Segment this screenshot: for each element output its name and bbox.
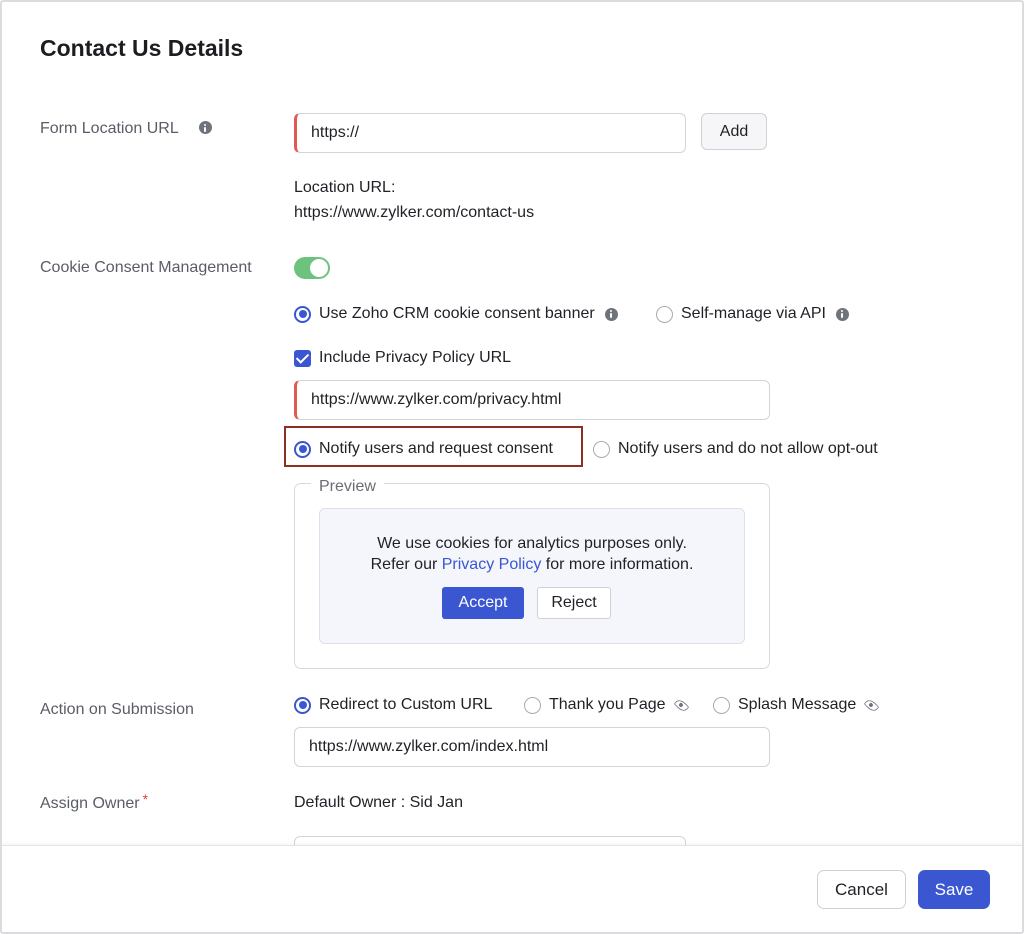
include-privacy-label: Include Privacy Policy URL — [319, 349, 512, 366]
info-icon[interactable] — [604, 307, 618, 321]
include-privacy-checkbox[interactable]: Include Privacy Policy URL — [294, 349, 511, 367]
form-location-label-text: Form Location URL — [40, 120, 179, 137]
banner-line-1: We use cookies for analytics purposes on… — [377, 535, 687, 552]
accept-button[interactable]: Accept — [442, 587, 524, 619]
cookie-consent-toggle[interactable] — [294, 257, 330, 279]
radio-redirect-custom-url[interactable]: Redirect to Custom URL — [294, 696, 492, 714]
checkbox-checked-icon — [294, 349, 311, 367]
preview-legend: Preview — [311, 478, 384, 496]
eye-icon[interactable] — [673, 697, 689, 713]
required-mark: * — [142, 791, 149, 807]
save-button[interactable]: Save — [918, 870, 990, 909]
radio-self-manage-api-label: Self-manage via API — [681, 305, 826, 322]
info-icon[interactable] — [198, 121, 212, 135]
cancel-button[interactable]: Cancel — [817, 870, 906, 909]
redirect-url-input[interactable] — [294, 727, 770, 767]
form-location-input[interactable] — [294, 113, 686, 153]
location-url-label: Location URL: — [294, 179, 396, 196]
form-location-label: Form Location URL — [40, 120, 212, 138]
radio-no-opt-out[interactable]: Notify users and do not allow opt-out — [593, 440, 878, 458]
privacy-policy-link[interactable]: Privacy Policy — [442, 556, 542, 573]
radio-selected-icon — [294, 696, 311, 714]
radio-selected-icon — [294, 440, 311, 458]
radio-request-consent[interactable]: Notify users and request consent — [294, 440, 553, 458]
location-url-value: https://www.zylker.com/contact-us — [294, 204, 535, 221]
radio-unselected-icon — [713, 696, 730, 714]
add-button[interactable]: Add — [701, 113, 767, 150]
radio-selected-icon — [294, 305, 311, 323]
radio-unselected-icon — [593, 440, 610, 458]
radio-use-zoho-banner-label: Use Zoho CRM cookie consent banner — [319, 305, 595, 322]
eye-icon[interactable] — [864, 697, 880, 713]
banner-line-2-after: for more information. — [541, 556, 694, 573]
reject-button[interactable]: Reject — [537, 587, 611, 619]
action-on-submission-label: Action on Submission — [40, 701, 194, 718]
dialog: Contact Us Details Form Location URL Add… — [0, 0, 1024, 934]
radio-splash-label: Splash Message — [738, 696, 857, 713]
info-icon[interactable] — [835, 307, 849, 321]
cookie-banner-preview: We use cookies for analytics purposes on… — [319, 508, 745, 644]
radio-use-zoho-banner[interactable]: Use Zoho CRM cookie consent banner — [294, 305, 618, 323]
toggle-knob — [310, 259, 328, 277]
assign-owner-label-text: Assign Owner — [40, 795, 140, 812]
default-owner-text: Default Owner : Sid Jan — [294, 794, 463, 811]
page-title: Contact Us Details — [40, 35, 244, 61]
radio-unselected-icon — [656, 305, 673, 323]
radio-splash-message[interactable]: Splash Message — [713, 696, 880, 714]
radio-self-manage-api[interactable]: Self-manage via API — [656, 305, 849, 323]
radio-thank-you-label: Thank you Page — [549, 696, 666, 713]
privacy-url-input[interactable] — [294, 380, 770, 420]
radio-unselected-icon — [524, 696, 541, 714]
banner-line-2: Refer our Privacy Policy for more inform… — [320, 556, 744, 574]
cookie-consent-label: Cookie Consent Management — [40, 259, 252, 276]
radio-redirect-label: Redirect to Custom URL — [319, 696, 493, 713]
assign-owner-label: Assign Owner * — [40, 791, 148, 813]
radio-request-consent-label: Notify users and request consent — [319, 440, 553, 457]
radio-no-opt-out-label: Notify users and do not allow opt-out — [618, 440, 878, 457]
banner-line-2-before: Refer our — [370, 556, 442, 573]
radio-thank-you-page[interactable]: Thank you Page — [524, 696, 690, 714]
